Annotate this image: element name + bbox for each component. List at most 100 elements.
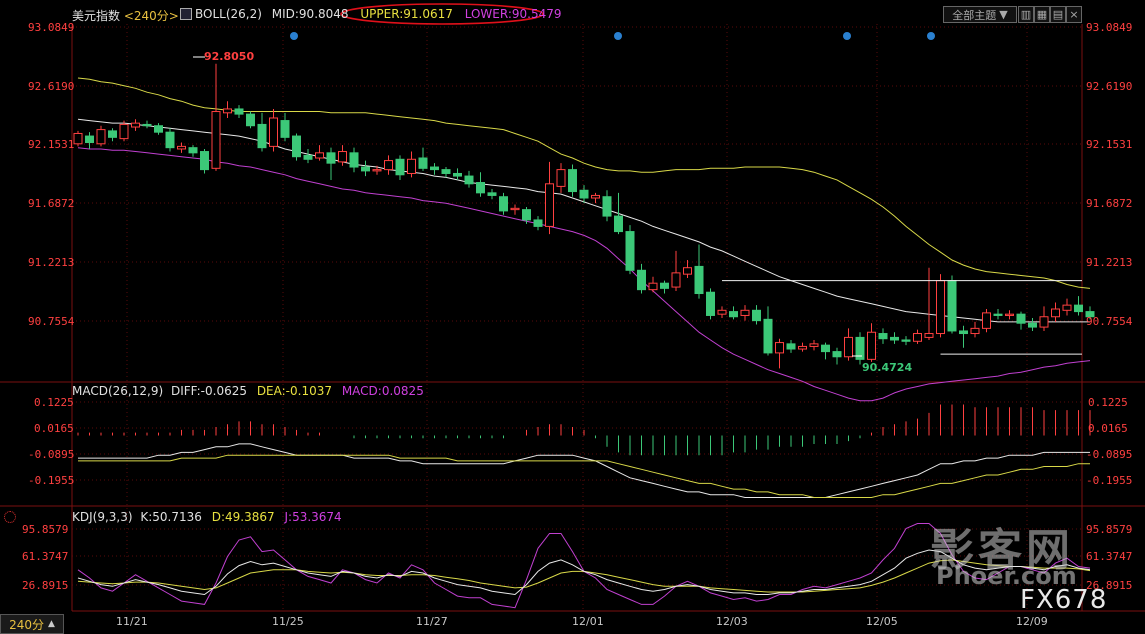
- candle-body: [867, 331, 876, 360]
- kdj-settings-icon[interactable]: [4, 511, 16, 523]
- kdj-k: K:50.7136: [140, 510, 202, 524]
- candle-body: [372, 169, 382, 172]
- candle-body: [361, 166, 370, 172]
- event-marker-dot[interactable]: [290, 32, 298, 40]
- date-tick: 11/27: [416, 615, 448, 628]
- date-tick: 12/09: [1016, 615, 1048, 628]
- topic-dropdown-label: 全部主题: [952, 8, 997, 22]
- candle-body: [786, 343, 796, 350]
- candle-body: [395, 158, 405, 176]
- period-tab[interactable]: 240分 ▲: [0, 614, 64, 634]
- kdj-d: D:49.3867: [211, 510, 275, 524]
- high-annotation: 92.8050: [204, 50, 254, 63]
- candle-body: [211, 111, 221, 169]
- kdj-label: KDJ(9,3,3): [72, 510, 133, 524]
- macd-tick-left: 0.0165: [34, 422, 74, 435]
- candle-body: [683, 267, 692, 275]
- candle-body: [315, 152, 324, 159]
- candle-body: [464, 175, 474, 185]
- price-tick-left: 92.1531: [28, 138, 74, 151]
- candle-body: [223, 108, 232, 114]
- candle-body: [280, 120, 290, 138]
- candle-body: [269, 117, 278, 147]
- candle-body: [740, 309, 750, 316]
- candle-body: [706, 291, 715, 316]
- date-tick: 12/01: [572, 615, 604, 628]
- candle-body: [476, 182, 485, 194]
- candle-body: [970, 327, 980, 335]
- low-annotation: 90.4724: [862, 361, 912, 374]
- candle-body: [154, 125, 163, 133]
- candle-body: [177, 145, 186, 150]
- candle-body: [430, 166, 439, 171]
- candle-body: [292, 135, 301, 158]
- candle-body: [752, 309, 761, 322]
- candle-body: [441, 169, 451, 174]
- candle-body: [717, 309, 727, 315]
- candle-body: [510, 207, 520, 211]
- candle-body: [890, 336, 899, 341]
- candle-body: [1062, 304, 1072, 311]
- kdj-j: J:53.3674: [284, 510, 342, 524]
- macd-tick-left: -0.1955: [28, 474, 74, 487]
- caret-up-icon: ▲: [47, 619, 55, 629]
- macd-value: MACD:0.0825: [341, 384, 424, 398]
- event-marker-dot[interactable]: [614, 32, 622, 40]
- kdj-header: KDJ(9,3,3) K:50.7136 D:49.3867 J:53.3674: [72, 510, 342, 524]
- price-tick-right: 91.2213: [1086, 256, 1132, 269]
- boll-upper: UPPER:91.0617: [360, 7, 453, 21]
- candle-body: [1051, 308, 1060, 318]
- candle-body: [1039, 316, 1049, 328]
- candle-body: [487, 192, 497, 196]
- symbol-title: 美元指数: [72, 9, 121, 23]
- date-tick: 12/05: [866, 615, 898, 628]
- candle-body: [844, 336, 853, 358]
- candle-body: [119, 123, 129, 140]
- macd-tick-left: -0.0895: [28, 448, 74, 461]
- candle-body: [901, 339, 911, 342]
- candle-body: [959, 330, 968, 335]
- kdj-tick-left: 95.8579: [22, 523, 68, 536]
- event-marker-dot[interactable]: [843, 32, 851, 40]
- candle-body: [418, 157, 428, 169]
- kdj-tick-left: 61.3747: [22, 550, 68, 563]
- kdj-tick-left: 26.8915: [22, 579, 68, 592]
- candle-body: [936, 280, 945, 335]
- boll-mid: MID:90.8048: [271, 7, 349, 21]
- candle-body: [326, 152, 336, 164]
- candle-body: [1005, 313, 1014, 316]
- price-tick-left: 90.7554: [28, 315, 75, 328]
- price-tick-right: 92.1531: [1086, 138, 1132, 151]
- bar-chart-icon[interactable]: ▥: [1018, 6, 1034, 23]
- price-tick-right: 93.0849: [1086, 21, 1132, 34]
- indicator-toggle-icon[interactable]: [180, 8, 192, 20]
- candle-body: [625, 231, 635, 271]
- grid-icon[interactable]: ▦: [1034, 6, 1050, 23]
- candle-body: [694, 265, 704, 295]
- candle-body: [775, 342, 784, 354]
- macd-diff: DIFF:-0.0625: [170, 384, 247, 398]
- close-glyph: ×: [1069, 8, 1079, 21]
- candle-body: [913, 333, 922, 342]
- candle-body: [234, 108, 244, 115]
- candle-body: [200, 151, 209, 171]
- close-icon[interactable]: ×: [1066, 6, 1082, 23]
- candle-body: [1028, 322, 1037, 328]
- layout-icon[interactable]: ▤: [1050, 6, 1066, 23]
- topic-dropdown[interactable]: 全部主题 ▼: [943, 6, 1017, 23]
- candle-body: [614, 215, 623, 233]
- period-tab-label: 240分: [9, 617, 44, 632]
- candle-body: [533, 219, 543, 227]
- chevron-down-icon: ▼: [999, 8, 1008, 21]
- macd-tick-right: -0.0895: [1086, 448, 1132, 461]
- candle-body: [142, 123, 152, 127]
- candle-body: [384, 160, 393, 171]
- candle-body: [993, 313, 1003, 316]
- event-marker-dot[interactable]: [927, 32, 935, 40]
- boll-label: BOLL(26,2): [195, 7, 262, 21]
- date-tick: 11/21: [116, 615, 148, 628]
- kdj-tick-right: 95.8579: [1086, 523, 1132, 536]
- candle-body: [85, 135, 94, 144]
- candle-body: [671, 272, 681, 288]
- candle-body: [637, 269, 646, 291]
